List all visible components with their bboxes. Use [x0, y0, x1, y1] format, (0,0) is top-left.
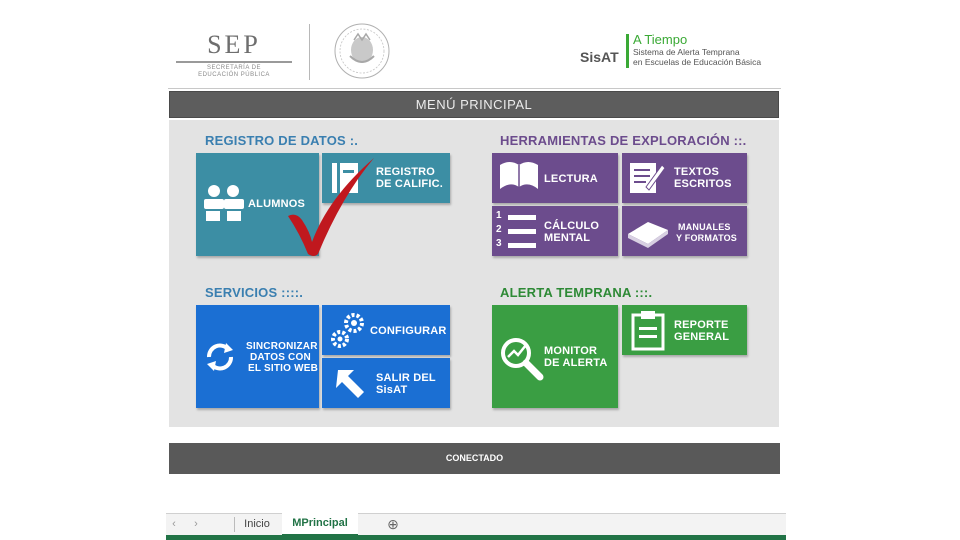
add-sheet-icon[interactable]: ⊕ — [384, 514, 402, 535]
atiempo-subtitle-1: Sistema de Alerta Temprana — [633, 47, 740, 57]
atiempo-subtitle-2: en Escuelas de Educación Básica — [633, 57, 762, 67]
scroll-right-icon[interactable]: › — [190, 514, 202, 535]
monitor-alerta-button[interactable]: MONITOR DE ALERTA — [492, 305, 618, 408]
textos-label-1: TEXTOS — [674, 166, 720, 178]
magnifier-chart-icon — [501, 338, 544, 381]
connection-status-bar: CONECTADO — [169, 443, 780, 474]
checkmark-icon — [288, 158, 374, 256]
sisat-logo-label: SisAT — [580, 49, 619, 65]
sheet-tab-strip: ‹ › Inicio MPrincipal ⊕ — [166, 513, 786, 536]
sincronizar-button[interactable]: SINCRONIZAR DATOS CON EL SITIO WEB — [196, 305, 319, 408]
lectura-label: LECTURA — [544, 173, 598, 185]
textos-label-2: ESCRITOS — [674, 178, 732, 190]
writing-icon — [630, 163, 666, 193]
reporte-label-1: REPORTE — [674, 319, 729, 331]
clipboard-icon — [631, 311, 665, 351]
sisat-logo-bar — [626, 34, 629, 68]
header-bottom-rule — [168, 88, 781, 89]
tab-inicio[interactable]: Inicio — [236, 514, 278, 535]
scroll-left-icon[interactable]: ‹ — [168, 514, 180, 535]
manuales-label-2: Y FORMATOS — [676, 233, 738, 243]
calculo-number-3: 3 — [496, 238, 502, 249]
salir-button[interactable]: SALIR DEL SisAT — [322, 358, 450, 408]
open-book-icon — [500, 162, 538, 189]
tab-mprincipal[interactable]: MPrincipal — [282, 513, 358, 536]
calculo-label-1: CÁLCULO — [544, 220, 600, 232]
registro-calific-label-1: REGISTRO — [376, 166, 436, 178]
sep-logo-rule — [176, 61, 292, 63]
lectura-button[interactable]: LECTURA — [492, 153, 618, 203]
tab-divider — [234, 517, 235, 532]
sep-logo-subtitle-2: EDUCACIÓN PÚBLICA — [198, 72, 270, 78]
section-alerta-heading: ALERTA TEMPRANA :::. — [500, 285, 653, 300]
menu-title-bar: MENÚ PRINCIPAL — [169, 91, 779, 118]
header-divider — [309, 24, 310, 80]
section-servicios-heading: SERVICIOS ::::. — [205, 285, 304, 300]
sep-logo-subtitle-1: SECRETARÍA DE — [206, 65, 262, 71]
gears-icon — [331, 313, 364, 348]
salir-label-1: SALIR DEL — [376, 372, 436, 384]
monitor-label-1: MONITOR — [544, 345, 598, 357]
monitor-label-2: DE ALERTA — [544, 357, 608, 369]
list-icon — [508, 215, 536, 248]
calculo-number-2: 2 — [496, 224, 502, 235]
sincronizar-label-3: EL SITIO WEB — [248, 363, 318, 374]
reporte-general-button[interactable]: REPORTE GENERAL — [622, 305, 747, 355]
sep-logo: SEP SECRETARÍA DE EDUCACIÓN PÚBLICA — [176, 30, 302, 82]
sep-logo-text: SEP — [207, 30, 261, 59]
atiempo-title: A Tiempo — [633, 32, 688, 47]
salir-label-2: SisAT — [376, 384, 408, 396]
configurar-label: CONFIGURAR — [370, 325, 447, 337]
section-registro-heading: REGISTRO DE DATOS :. — [205, 133, 359, 148]
section-herramientas-heading: HERRAMIENTAS DE EXPLORACIÓN ::. — [500, 133, 747, 148]
students-icon — [204, 185, 244, 221]
national-seal-icon — [334, 23, 390, 79]
reporte-label-2: GENERAL — [674, 331, 730, 343]
textos-escritos-button[interactable]: TEXTOS ESCRITOS — [622, 153, 747, 203]
book-stack-icon — [628, 222, 668, 248]
workbook-bottom-bar — [166, 535, 786, 540]
manuales-formatos-button[interactable]: MANUALES Y FORMATOS — [622, 206, 747, 256]
configurar-button[interactable]: CONFIGURAR — [322, 305, 450, 355]
calculo-label-2: MENTAL — [544, 232, 591, 244]
calculo-number-1: 1 — [496, 210, 502, 221]
calculo-mental-button[interactable]: 1 2 3 CÁLCULO MENTAL — [492, 206, 618, 256]
registro-calific-label-2: DE CALIFIC. — [376, 178, 443, 190]
sync-icon — [207, 343, 233, 371]
exit-arrow-icon — [336, 370, 364, 398]
